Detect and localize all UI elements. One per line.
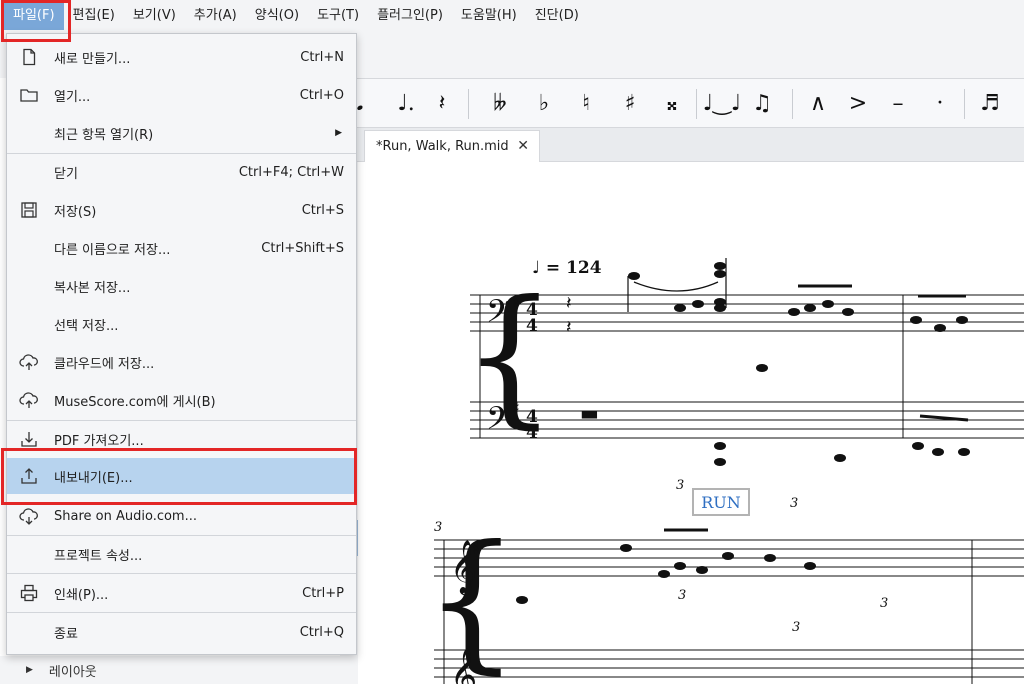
menu-item-new[interactable]: 새로 만들기... Ctrl+N xyxy=(7,39,356,75)
menu-item-publish[interactable]: MuseScore.com에 게시(B) xyxy=(7,382,356,418)
menu-item-open-recent[interactable]: 최근 항목 열기(R) ▶ xyxy=(7,115,356,151)
svg-text:4: 4 xyxy=(526,423,538,443)
svg-text:𝄽: 𝄽 xyxy=(566,317,572,338)
menu-item-share-audio[interactable]: Share on Audio.com... xyxy=(7,498,356,534)
menu-item-project-properties[interactable]: 프로젝트 속성... xyxy=(7,536,356,572)
tuplet-number: 3 xyxy=(790,496,799,511)
tuplet-number: 3 xyxy=(880,596,889,611)
tuplet-number: 3 xyxy=(676,478,685,493)
menu-item-save-selection[interactable]: 선택 저장... xyxy=(7,306,356,342)
tempo-marking[interactable]: ♩ = 124 xyxy=(532,258,602,278)
tie-icon[interactable]: ♩‿♩ xyxy=(703,85,741,121)
menu-bar: 파일(F) 편집(E) 보기(V) 추가(A) 양식(O) 도구(T) 플러그인… xyxy=(0,0,1024,32)
menu-tools[interactable]: 도구(T) xyxy=(308,2,368,30)
layout-label: 레이아웃 xyxy=(48,664,97,680)
tuplet-icon[interactable]: ♬ xyxy=(972,85,1008,121)
menu-item-export[interactable]: 내보내기(E)... xyxy=(7,458,356,494)
double-flat-icon[interactable]: 𝄫 xyxy=(482,85,518,121)
menu-item-print[interactable]: 인쇄(P)... Ctrl+P xyxy=(7,575,356,611)
note-input-palette: 𝅘 ♩. 𝄽 𝄫 ♭ ♮ ♯ 𝄪 ♩‿♩ ♫ ∧ > – · ♬ xyxy=(340,78,1024,128)
tuplet-number: 3 xyxy=(678,588,687,603)
svg-text:𝄢: 𝄢 xyxy=(486,400,510,444)
rehearsal-mark[interactable]: RUN xyxy=(692,488,750,516)
save-icon xyxy=(19,200,39,220)
menu-item-save-copy[interactable]: 복사본 저장... xyxy=(7,268,356,304)
export-icon xyxy=(19,466,39,486)
score-notation: { { 𝄢 ♯ 4 4 𝄢 ♯ 4 4 𝄞 ♯ 𝄞 𝄽 𝄽 ▬ xyxy=(424,258,1024,684)
cloud-upload-icon xyxy=(19,352,39,372)
slur-icon[interactable]: ♫ xyxy=(744,85,780,121)
svg-text:♯: ♯ xyxy=(472,539,480,558)
expand-arrow-icon: ▶ xyxy=(26,665,33,675)
score-tab-title: *Run, Walk, Run.mid xyxy=(376,139,509,154)
menu-item-save[interactable]: 저장(S) Ctrl+S xyxy=(7,192,356,228)
layout-panel-header[interactable]: ▶ 레이아웃 xyxy=(0,656,358,684)
menu-format[interactable]: 양식(O) xyxy=(246,2,308,30)
accent-icon[interactable]: > xyxy=(840,85,876,121)
folder-icon xyxy=(19,85,39,105)
cloud-share-icon xyxy=(19,506,39,526)
tuplet-number: 3 xyxy=(434,520,443,535)
menu-item-save-cloud[interactable]: 클라우드에 저장... xyxy=(7,344,356,380)
menu-item-open[interactable]: 열기... Ctrl+O xyxy=(7,77,356,113)
file-menu-dropdown: 새로 만들기... Ctrl+N 열기... Ctrl+O 최근 항목 열기(R… xyxy=(6,33,357,655)
double-sharp-icon[interactable]: 𝄪 xyxy=(654,85,690,121)
menu-plugins[interactable]: 플러그인(P) xyxy=(368,2,452,30)
score-tab[interactable]: *Run, Walk, Run.mid ✕ xyxy=(364,130,540,162)
svg-text:𝄽: 𝄽 xyxy=(566,293,572,314)
menu-edit[interactable]: 편집(E) xyxy=(64,2,124,30)
menu-item-import-pdf[interactable]: PDF 가져오기... xyxy=(7,421,356,457)
menu-view[interactable]: 보기(V) xyxy=(124,2,185,30)
close-icon[interactable]: ✕ xyxy=(517,138,529,154)
svg-text:♯: ♯ xyxy=(512,399,520,418)
printer-icon xyxy=(19,583,39,603)
svg-text:♯: ♯ xyxy=(512,292,520,311)
menu-item-save-as[interactable]: 다른 이름으로 저장... Ctrl+Shift+S xyxy=(7,230,356,266)
menu-add[interactable]: 추가(A) xyxy=(185,2,246,30)
svg-text:4: 4 xyxy=(526,316,538,336)
menu-help[interactable]: 도움말(H) xyxy=(452,2,526,30)
menu-item-close[interactable]: 닫기 Ctrl+F4; Ctrl+W xyxy=(7,154,356,190)
svg-text:𝄞: 𝄞 xyxy=(450,647,477,684)
natural-icon[interactable]: ♮ xyxy=(568,85,604,121)
menu-diagnostic[interactable]: 진단(D) xyxy=(526,2,588,30)
menu-item-quit[interactable]: 종료 Ctrl+Q xyxy=(7,614,356,650)
submenu-arrow-icon: ▶ xyxy=(335,128,342,138)
flat-icon[interactable]: ♭ xyxy=(526,85,562,121)
rest-icon[interactable]: 𝄽 xyxy=(424,85,460,121)
marcato-icon[interactable]: ∧ xyxy=(800,85,836,121)
dotted-note-icon[interactable]: ♩. xyxy=(388,85,424,121)
import-icon xyxy=(19,429,39,449)
menu-file[interactable]: 파일(F) xyxy=(4,2,64,30)
new-file-icon xyxy=(19,47,39,67)
staccato-icon[interactable]: · xyxy=(922,85,958,121)
svg-text:𝄢: 𝄢 xyxy=(486,293,510,337)
tenuto-icon[interactable]: – xyxy=(880,85,916,121)
document-tabs: *Run, Walk, Run.mid ✕ xyxy=(340,128,1024,162)
sharp-icon[interactable]: ♯ xyxy=(612,85,648,121)
svg-text:▬: ▬ xyxy=(580,401,599,425)
tuplet-number: 3 xyxy=(792,620,801,635)
cloud-upload-icon xyxy=(19,390,39,410)
